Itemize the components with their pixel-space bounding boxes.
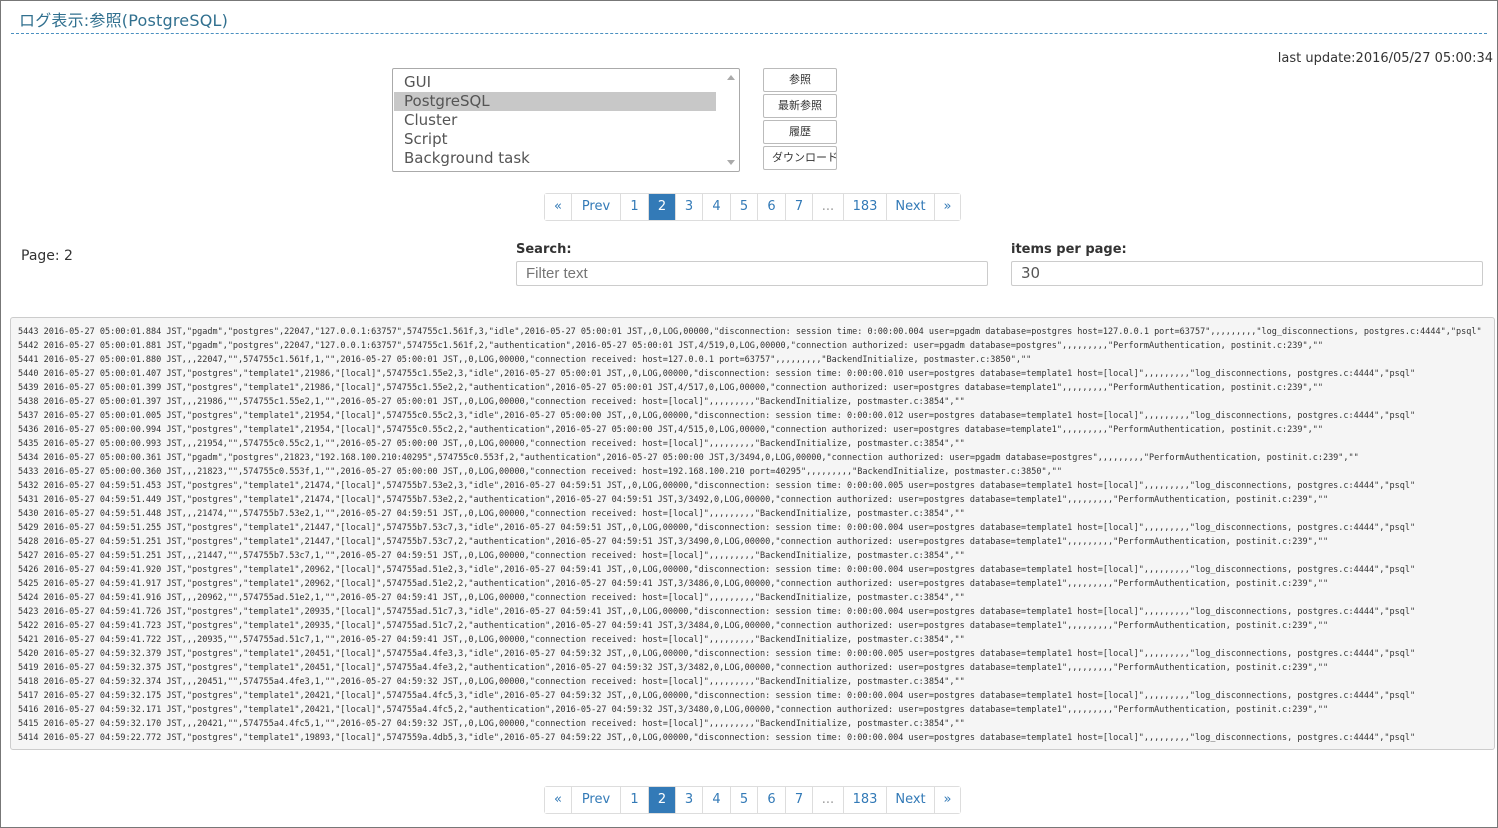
log-line: 5432 2016-05-27 04:59:51.453 JST,"postgr… [18,481,1416,491]
log-line: 5438 2016-05-27 05:00:01.397 JST,,,21986… [18,397,965,407]
log-line: 5416 2016-05-27 04:59:32.171 JST,"postgr… [18,705,1329,715]
log-line: 5434 2016-05-27 05:00:00.361 JST,"pgadm"… [18,453,1359,463]
last-update-text: last update:2016/05/27 05:00:34 [1277,51,1493,66]
log-line: 5417 2016-05-27 04:59:32.175 JST,"postgr… [18,691,1416,701]
search-label: Search: [516,242,572,257]
page-indicator: Page: 2 [21,248,73,264]
prev-page-button[interactable]: Prev [571,194,620,220]
items-per-page-label: items per page: [1011,242,1127,257]
log-type-option[interactable]: Cluster [394,111,716,130]
page-link[interactable]: 1 [620,787,648,813]
first-page-button[interactable]: « [545,787,571,813]
page-link[interactable]: 7 [785,194,812,220]
log-line: 5423 2016-05-27 04:59:41.726 JST,"postgr… [18,607,1416,617]
page-link[interactable]: 4 [702,787,730,813]
log-type-option[interactable]: PostgreSQL [394,92,716,111]
log-line: 5431 2016-05-27 04:59:51.449 JST,"postgr… [18,495,1329,505]
log-line: 5427 2016-05-27 04:59:51.251 JST,,,21447… [18,551,965,561]
log-line: 5425 2016-05-27 04:59:41.917 JST,"postgr… [18,579,1329,589]
first-page-button[interactable]: « [545,194,571,220]
log-line: 5440 2016-05-27 05:00:01.407 JST,"postgr… [18,369,1416,379]
last-page-button[interactable]: » [934,194,960,220]
last-page-button[interactable]: » [934,787,960,813]
prev-page-button[interactable]: Prev [571,787,620,813]
log-line: 5430 2016-05-27 04:59:51.448 JST,,,21474… [18,509,965,519]
log-line: 5439 2016-05-27 05:00:01.399 JST,"postgr… [18,383,1323,393]
scroll-up-arrow-icon[interactable] [727,75,735,80]
log-line: 5422 2016-05-27 04:59:41.723 JST,"postgr… [18,621,1329,631]
log-line: 5421 2016-05-27 04:59:41.722 JST,,,20935… [18,635,965,645]
log-type-option[interactable]: Background task [394,149,716,168]
download-button[interactable]: ダウンロード [763,146,837,170]
page-link[interactable]: 3 [675,194,702,220]
pagination-bottom: «Prev 1 2 3 4 5 6 7... 183 Next» [544,786,961,814]
log-line: 5433 2016-05-27 05:00:00.360 JST,,,21823… [18,467,1062,477]
page-link[interactable]: 6 [757,787,785,813]
next-page-button[interactable]: Next [886,787,934,813]
page-title: ログ表示:参照(PostgreSQL) [19,11,229,30]
history-button[interactable]: 履歴 [763,120,837,144]
log-line: 5420 2016-05-27 04:59:32.379 JST,"postgr… [18,649,1416,659]
log-line: 5437 2016-05-27 05:00:01.005 JST,"postgr… [18,411,1416,421]
page-link[interactable]: 5 [730,194,757,220]
pagination-top: «Prev 1 2 3 4 5 6 7... 183 Next» [544,193,961,221]
page-link[interactable]: 4 [702,194,730,220]
log-line: 5414 2016-05-27 04:59:22.772 JST,"postgr… [18,733,1416,743]
next-page-button[interactable]: Next [886,194,934,220]
log-line: 5443 2016-05-27 05:00:01.884 JST,"pgadm"… [18,327,1482,337]
log-type-option[interactable]: Script [394,130,716,149]
log-line: 5428 2016-05-27 04:59:51.251 JST,"postgr… [18,537,1329,547]
log-output: 5443 2016-05-27 05:00:01.884 JST,"pgadm"… [10,317,1495,750]
page-link[interactable]: 6 [757,194,785,220]
log-line: 5419 2016-05-27 04:59:32.375 JST,"postgr… [18,663,1329,673]
page-link[interactable]: 7 [785,787,812,813]
scroll-down-arrow-icon[interactable] [727,160,735,165]
log-type-option[interactable]: GUI [394,73,716,92]
log-line: 5424 2016-05-27 04:59:41.916 JST,,,20962… [18,593,965,603]
view-button[interactable]: 参照 [763,68,837,92]
log-line: 5441 2016-05-27 05:00:01.880 JST,,,22047… [18,355,1032,365]
search-input[interactable] [516,261,988,286]
log-line: 5436 2016-05-27 05:00:00.994 JST,"postgr… [18,425,1323,435]
page-link[interactable]: 183 [843,787,886,813]
page-ellipsis: ... [812,787,843,813]
page-link[interactable]: 1 [620,194,648,220]
log-line: 5415 2016-05-27 04:59:32.170 JST,,,20421… [18,719,965,729]
page-link[interactable]: 3 [675,787,702,813]
log-line: 5435 2016-05-27 05:00:00.993 JST,,,21954… [18,439,965,449]
log-type-options: GUI PostgreSQL Cluster Script Background tas… [394,73,716,168]
page-link[interactable]: 2 [648,787,675,813]
listbox-scrollbar[interactable] [723,69,739,171]
page-ellipsis: ... [812,194,843,220]
title-divider [11,33,1487,34]
page-link[interactable]: 183 [843,194,886,220]
log-line: 5429 2016-05-27 04:59:51.255 JST,"postgr… [18,523,1416,533]
page-link[interactable]: 5 [730,787,757,813]
log-line: 5426 2016-05-27 04:59:41.920 JST,"postgr… [18,565,1416,575]
log-line: 5418 2016-05-27 04:59:32.374 JST,,,20451… [18,677,965,687]
log-type-listbox[interactable]: GUI PostgreSQL Cluster Script Background tas… [392,68,740,172]
items-per-page-input[interactable]: 30 [1011,261,1483,286]
page-link[interactable]: 2 [648,194,675,220]
latest-view-button[interactable]: 最新参照 [763,94,837,118]
log-line: 5442 2016-05-27 05:00:01.881 JST,"pgadm"… [18,341,1323,351]
